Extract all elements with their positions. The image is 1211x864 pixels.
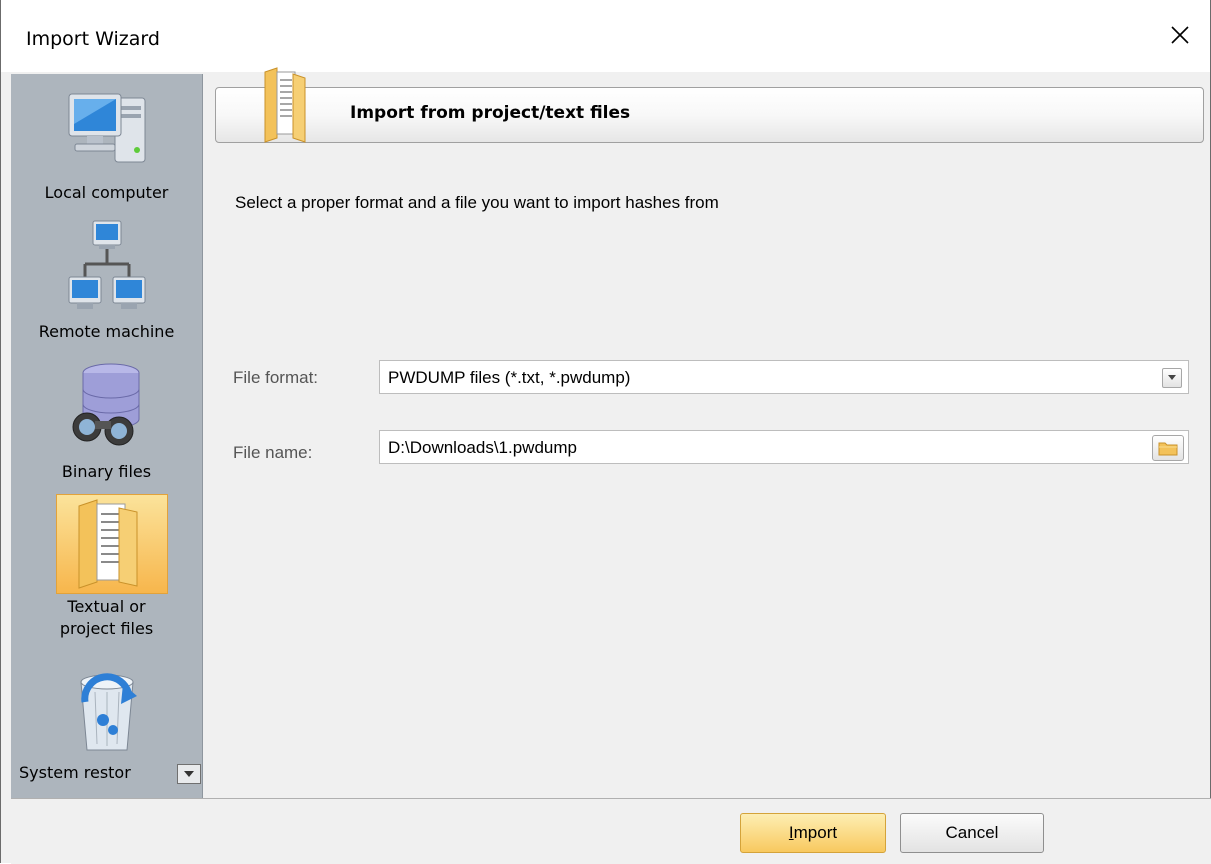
sidebar-item-textual-project-files[interactable]: Textual or project files — [11, 494, 202, 649]
import-button-label: mport — [793, 823, 838, 842]
computer-icon — [68, 93, 145, 163]
chevron-down-icon — [184, 771, 194, 777]
file-format-select[interactable]: PWDUMP files (*.txt, *.pwdump) — [379, 360, 1189, 394]
browse-button[interactable] — [1152, 435, 1184, 461]
step-header: Import from project/text files — [215, 67, 1204, 143]
recycle-bin-icon — [79, 673, 137, 751]
folder-document-icon — [264, 67, 306, 143]
close-icon — [1171, 26, 1189, 44]
file-format-label: File format: — [233, 368, 319, 387]
step-title: Import from project/text files — [350, 103, 631, 123]
folder-icon — [1158, 442, 1178, 456]
sidebar-item-label: System restor — [19, 763, 131, 782]
title-bar[interactable]: Import Wizard — [1, 0, 1210, 72]
sidebar-item-label: Remote machine — [38, 322, 175, 341]
close-button[interactable] — [1150, 10, 1210, 60]
sidebar-item-local-computer[interactable]: Local computer — [11, 84, 202, 209]
chevron-down-icon — [1168, 375, 1176, 380]
import-wizard-window: Import Wizard Local computer Remote mach… — [0, 0, 1211, 864]
import-button[interactable]: Import — [740, 813, 886, 853]
sidebar-item-label-line1: Textual or — [67, 597, 146, 616]
file-name-label: File name: — [233, 443, 313, 462]
file-format-value: PWDUMP files (*.txt, *.pwdump) — [388, 368, 631, 387]
main-panel: Import from project/text files Select a … — [203, 67, 1211, 798]
database-binoculars-icon — [72, 363, 139, 446]
sidebar-item-system-restore[interactable]: System restor — [11, 662, 202, 798]
source-sidebar: Local computer Remote machine Binary fil… — [11, 74, 203, 798]
sidebar-item-label: Local computer — [44, 183, 169, 202]
dialog-footer: Import Cancel — [11, 798, 1211, 864]
network-icon — [68, 220, 145, 309]
file-name-input[interactable]: D:\Downloads\1.pwdump — [379, 430, 1189, 464]
sidebar-item-label-line2: project files — [59, 619, 154, 638]
sidebar-item-label: Binary files — [61, 462, 152, 481]
cancel-button[interactable]: Cancel — [900, 813, 1044, 853]
file-format-dropdown-button[interactable] — [1162, 368, 1182, 388]
window-title: Import Wizard — [26, 28, 160, 50]
file-name-value: D:\Downloads\1.pwdump — [388, 438, 577, 457]
sidebar-item-remote-machine[interactable]: Remote machine — [11, 219, 202, 349]
sidebar-item-binary-files[interactable]: Binary files — [11, 359, 202, 489]
instruction-text: Select a proper format and a file you wa… — [235, 193, 719, 212]
folder-document-icon — [78, 499, 137, 589]
sidebar-scroll-down-button[interactable] — [177, 764, 201, 784]
